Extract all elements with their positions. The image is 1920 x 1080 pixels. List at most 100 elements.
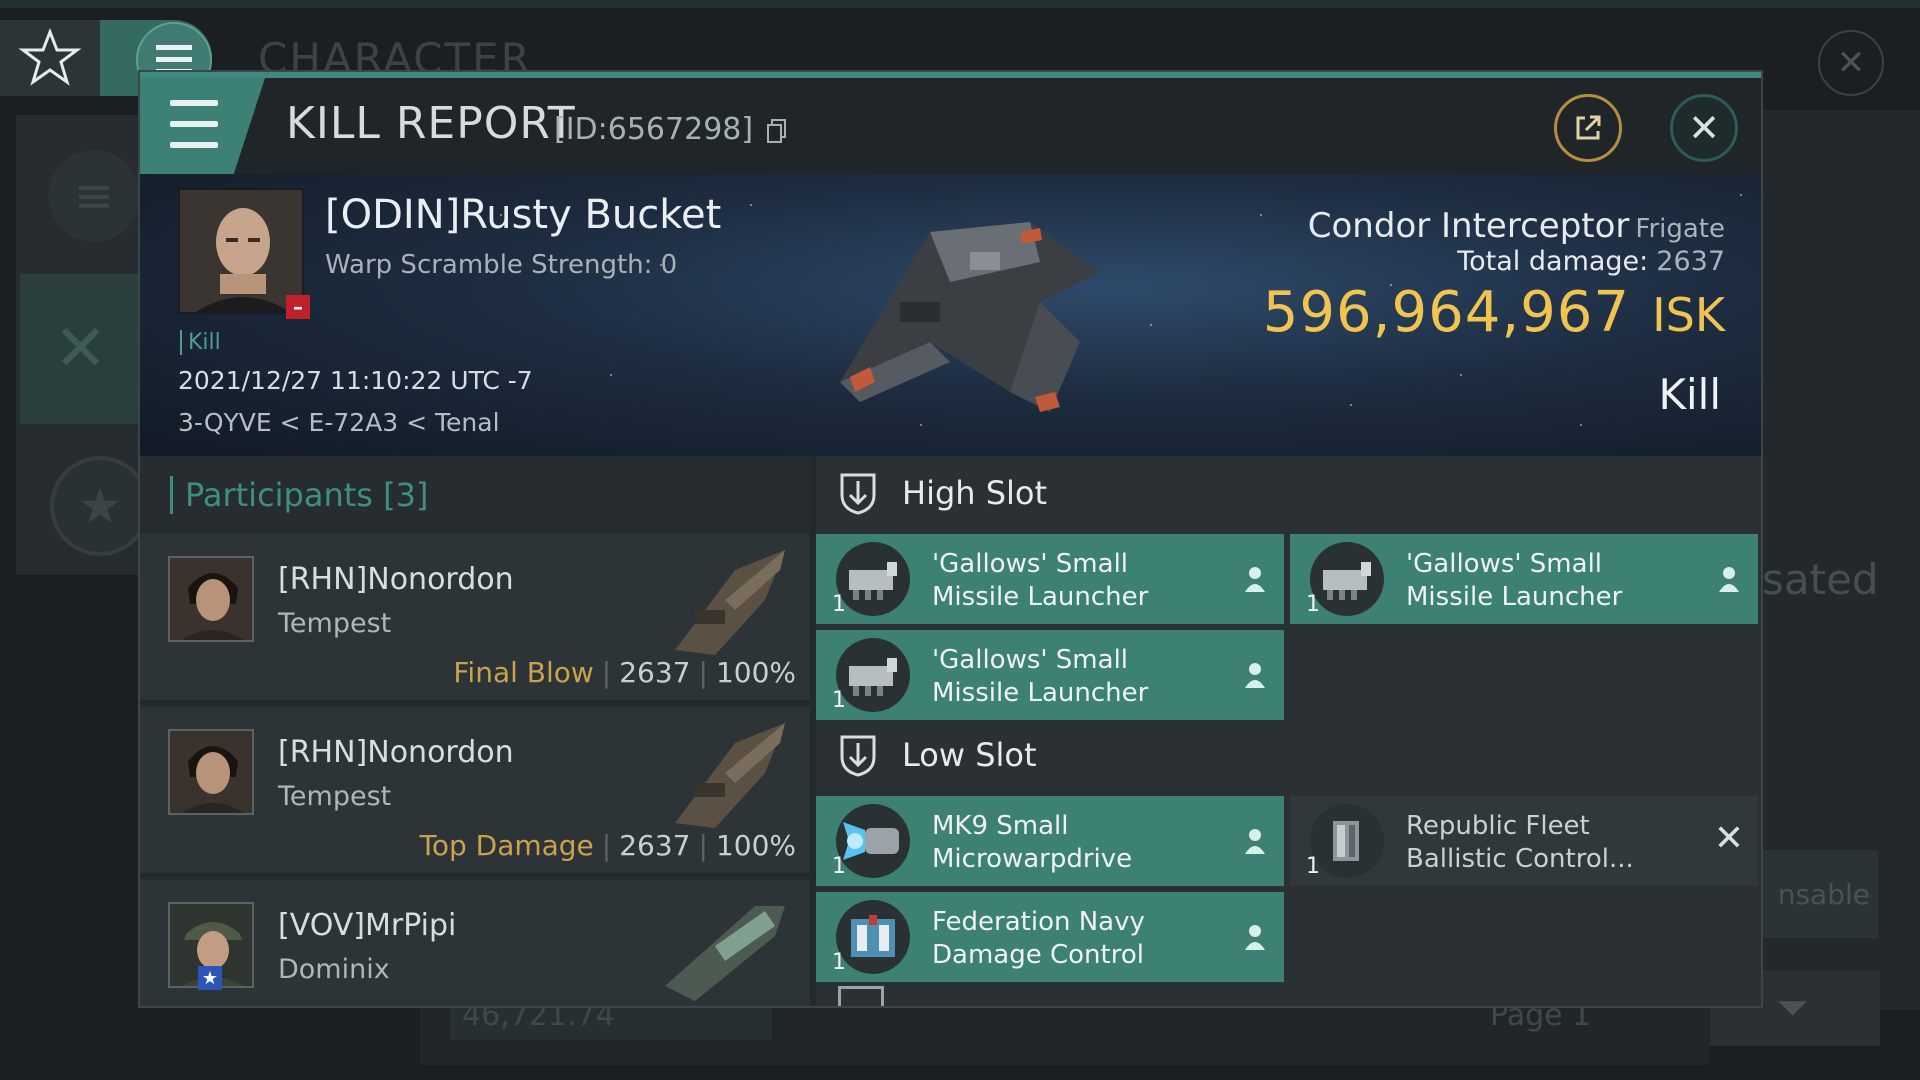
module-item[interactable]: 1 'Gallows' Small Missile Launcher: [816, 630, 1284, 720]
close-icon: ✕: [1836, 43, 1866, 83]
module-item[interactable]: 1 'Gallows' Small Missile Launcher: [816, 534, 1284, 624]
module-name-line2: Missile Launcher: [932, 678, 1149, 708]
isk-value-line: 596,964,967 ISK: [1263, 280, 1725, 345]
participant-ship-image[interactable]: [655, 540, 795, 660]
module-name-line1: Federation Navy: [932, 907, 1145, 937]
isk-value: 596,964,967: [1262, 280, 1631, 345]
missile-launcher-icon: [836, 542, 910, 616]
warp-scramble-strength: Warp Scramble Strength: 0: [325, 250, 678, 280]
high-slot-icon: [838, 471, 878, 515]
person-icon: [1245, 567, 1265, 592]
modal-title: KILL REPORT: [286, 98, 576, 149]
module-name-line1: MK9 Small: [932, 811, 1069, 841]
participant-name[interactable]: [RHN]Nonordon: [278, 562, 514, 597]
participants-count: [3]: [383, 476, 429, 514]
participant-damage: 2637: [619, 656, 691, 689]
close-button[interactable]: ✕: [1670, 94, 1738, 162]
negative-standing-badge: –: [286, 295, 310, 319]
participant-stats: Final Blow | 2637 | 100%: [453, 656, 796, 689]
background-partial-text: sated: [1762, 555, 1879, 604]
participant-ship-image[interactable]: [655, 886, 795, 1006]
participant-avatar-image: [170, 558, 252, 640]
menu-icon[interactable]: [170, 100, 218, 148]
participant-row[interactable]: [RHN]Nonordon Tempest Top Damage | 2637 | 10…: [140, 707, 810, 877]
participant-row[interactable]: ★ [VOV]MrPipi Dominix: [140, 880, 810, 1006]
kill-result: Kill: [1658, 370, 1721, 419]
participant-avatar-image: [170, 731, 252, 813]
module-name: 'Gallows' Small Missile Launcher: [1406, 548, 1706, 614]
participant-percent: 100%: [715, 656, 796, 689]
background-top-bar: [0, 0, 1920, 8]
module-quantity: 1: [832, 950, 846, 975]
participants-header: Participants [3]: [140, 456, 810, 534]
star-icon: ★: [198, 966, 222, 990]
fitting-panel: High Slot 1 'Gallows' Small Missile Launc…: [816, 456, 1761, 1006]
module-name: 'Gallows' Small Missile Launcher: [932, 644, 1232, 710]
participant-ship: Tempest: [278, 608, 392, 639]
person-icon: [1719, 567, 1739, 592]
module-item[interactable]: 1 MK9 Small Microwarpdrive: [816, 796, 1284, 886]
module-name: Federation Navy Damage Control: [932, 906, 1232, 972]
damage-control-icon: [836, 900, 910, 974]
module-name-line1: Republic Fleet: [1406, 811, 1590, 841]
ballistic-control-icon: [1310, 804, 1384, 878]
participant-row[interactable]: [RHN]Nonordon Tempest Final Blow | 2637 | 10…: [140, 534, 810, 704]
close-icon: ✕: [1688, 106, 1720, 150]
export-button[interactable]: [1554, 94, 1622, 162]
missile-launcher-icon: [1310, 542, 1384, 616]
kill-tag: Kill: [180, 330, 221, 355]
next-slot-icon-partial: [838, 986, 884, 1006]
participant-ship-image[interactable]: [655, 713, 795, 833]
ship-class: Frigate: [1635, 214, 1725, 244]
module-quantity: 1: [832, 592, 846, 617]
background-close-button[interactable]: ✕: [1818, 30, 1884, 96]
module-item[interactable]: 1 Federation Navy Damage Control: [816, 892, 1284, 982]
isk-unit: ISK: [1652, 288, 1725, 342]
total-damage-line: Total damage: 2637: [1457, 246, 1725, 277]
star-icon[interactable]: ★: [50, 456, 150, 556]
sidebar-menu-icon[interactable]: ≡: [48, 150, 140, 242]
copy-icon[interactable]: [766, 118, 787, 143]
participant-percent: 100%: [715, 829, 796, 862]
nes-logo[interactable]: [0, 20, 100, 96]
module-item-destroyed[interactable]: 1 Republic Fleet Ballistic Control... ✕: [1290, 796, 1758, 886]
participant-role: Top Damage: [419, 829, 594, 862]
module-quantity: 1: [832, 854, 846, 879]
participant-portrait[interactable]: [168, 729, 254, 815]
module-item[interactable]: 1 'Gallows' Small Missile Launcher: [1290, 534, 1758, 624]
low-slot-title: Low Slot: [902, 736, 1037, 774]
participant-name[interactable]: [RHN]Nonordon: [278, 735, 514, 770]
ship-name-line[interactable]: Condor Interceptor Frigate: [1308, 206, 1725, 246]
module-name-line2: Missile Launcher: [932, 582, 1149, 612]
victim-name[interactable]: [ODIN]Rusty Bucket: [325, 192, 721, 238]
victim-banner: – [ODIN]Rusty Bucket Warp Scramble Stren…: [140, 174, 1761, 456]
kill-location[interactable]: 3-QYVE < E-72A3 < Tenal: [178, 408, 500, 437]
participants-title: Participants: [185, 476, 373, 514]
kill-report-modal: KILL REPORT [ID:6567298] ✕ – [ODIN]Rusty…: [138, 70, 1763, 1008]
participants-label: Participants [3]: [170, 476, 428, 514]
participant-stats: Top Damage | 2637 | 100%: [419, 829, 796, 862]
module-name-line1: 'Gallows' Small: [1406, 549, 1603, 579]
module-name: 'Gallows' Small Missile Launcher: [932, 548, 1232, 614]
high-slot-title: High Slot: [902, 474, 1048, 512]
low-slot-header: Low Slot: [816, 718, 1761, 792]
victim-ship-image[interactable]: [780, 192, 1120, 432]
person-icon: [1245, 663, 1265, 688]
kill-datetime: 2021/12/27 11:10:22 UTC -7: [178, 366, 533, 395]
person-icon: [1245, 829, 1265, 854]
ship-name: Condor Interceptor: [1307, 206, 1630, 246]
person-icon: [1245, 925, 1265, 950]
participant-damage: 2637: [619, 829, 691, 862]
participant-ship: Dominix: [278, 954, 390, 985]
participant-name[interactable]: [VOV]MrPipi: [278, 908, 456, 943]
crossed-swords-icon[interactable]: ✕: [20, 274, 141, 424]
participant-portrait[interactable]: [168, 556, 254, 642]
microwarpdrive-icon: [836, 804, 910, 878]
low-slot-icon: [838, 733, 878, 777]
destroyed-x-icon: ✕: [1713, 818, 1744, 859]
participant-ship: Tempest: [278, 781, 392, 812]
kill-id[interactable]: [ID:6567298]: [554, 112, 787, 147]
module-name-line2: Damage Control: [932, 940, 1144, 970]
module-quantity: 1: [832, 688, 846, 713]
background-partial-button[interactable]: nsable: [1760, 850, 1878, 938]
